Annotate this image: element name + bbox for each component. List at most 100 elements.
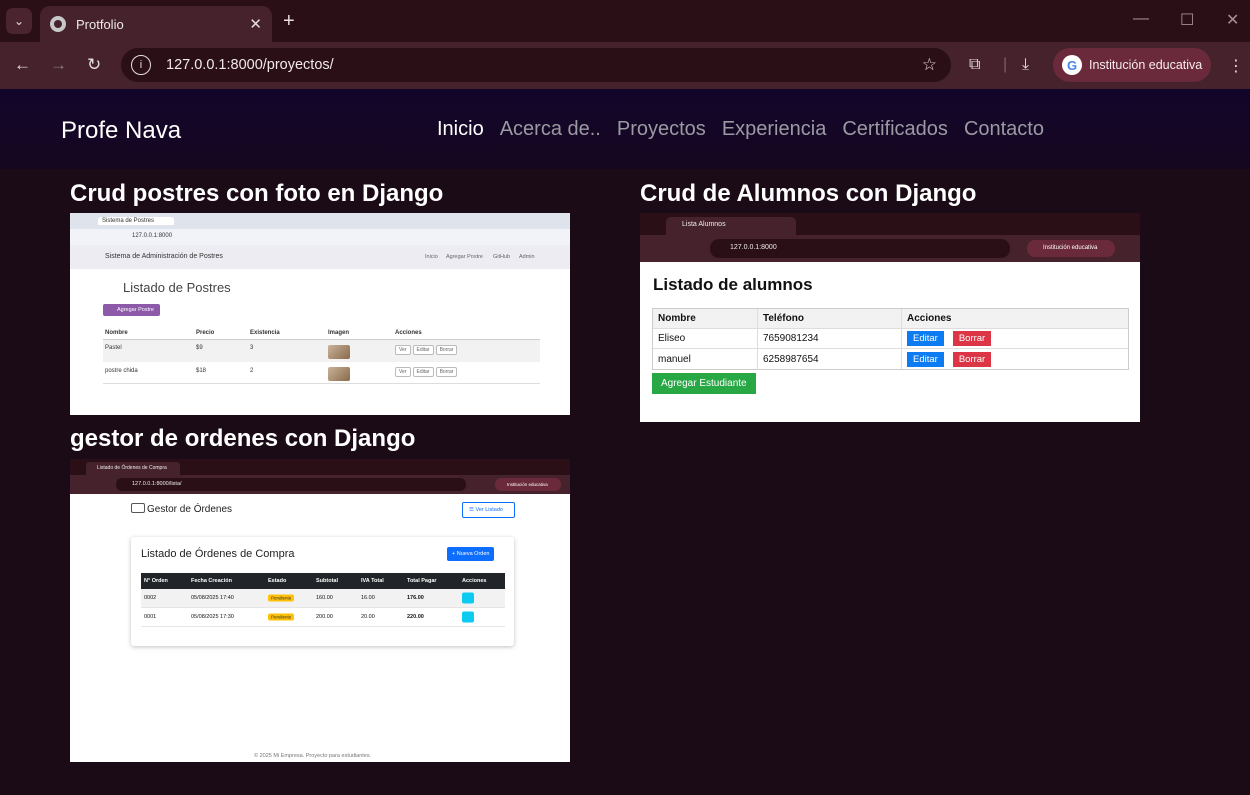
maximize-icon[interactable]: ☐ [1180,10,1194,30]
mini-app-nav: Sistema de Administración de Postres Ini… [70,245,570,269]
browser-tab[interactable]: Protfolio ✕ [40,6,272,42]
nav-inicio[interactable]: Inicio [437,118,484,141]
mini-tab-title: Lista Alumnos [666,217,796,235]
project-title: Crud postres con foto en Django [70,180,444,207]
google-icon: G [1062,55,1082,75]
borrar-button: Borrar [952,351,992,367]
tab-search-icon[interactable]: ⌄ [6,8,32,34]
row-actions: Ver Editar Borrar [395,345,459,355]
mini-url: 127.0.0.1:8000 [710,239,1010,258]
mini-url: 127.0.0.1:8000/lista/ [116,478,466,491]
site-info-icon[interactable]: i [131,55,151,75]
cell: Pastel [105,345,122,351]
mini-tabbar: Listado de Órdenes de Compra [70,459,570,475]
cell: Eliseo [653,329,758,348]
dessert-thumbnail [328,367,350,381]
orders-card: Listado de Órdenes de Compra + Nueva Ord… [131,537,514,646]
cell: 0002 [144,595,157,601]
mini-table-header: Nombre Precio Existencia Imagen Acciones [103,328,540,340]
toolbar-divider: | [1003,56,1008,73]
table-row: 0001 05/08/2025 17:30 Pendiente 200.00 2… [141,608,505,627]
borrar-button: Borrar [952,331,992,346]
ver-button: Ver [395,367,411,377]
col-header: IVA Total [361,578,384,584]
mini-table: Nombre Teléfono Acciones Eliseo 76590812… [652,308,1129,370]
nav-contacto[interactable]: Contacto [964,118,1044,141]
new-tab-button[interactable]: + [283,10,295,33]
table-row: Eliseo 7659081234 Editar Borrar [653,329,1128,349]
reload-icon[interactable]: ↻ [87,55,101,75]
cell: 20.00 [361,614,375,620]
document-icon [462,611,474,623]
mini-tab-title: Listado de Órdenes de Compra [86,462,180,475]
mini-table-header: N° Orden Fecha Creación Estado Subtotal … [141,573,505,589]
mini-list-button: ☰ Ver Listado [462,502,515,518]
table-row: 0002 05/08/2025 17:40 Pendiente 160.00 1… [141,589,505,608]
nav-proyectos[interactable]: Proyectos [617,118,706,141]
mini-nav-item: Admin [519,254,535,260]
mini-nav-item: GitHub [493,254,511,260]
col-header: N° Orden [144,578,168,584]
profile-chip[interactable]: G Institución educativa [1053,48,1211,82]
mini-add-student-button: Agregar Estudiante [652,373,756,394]
mini-nav-item: Inicio [425,254,438,260]
profile-label: Institución educativa [1089,58,1203,72]
cell: 176.00 [407,595,424,601]
site-brand[interactable]: Profe Nava [61,117,181,145]
editar-button: Editar [412,345,434,355]
status-badge: Pendiente [268,594,295,602]
project-screenshot[interactable]: Lista Alumnos 127.0.0.1:8000 Institución… [640,213,1140,422]
mini-add-button: Agregar Postre [103,304,160,316]
mini-tabbar: Sistema de Postres [70,213,570,229]
mini-new-order-button: + Nueva Orden [447,547,495,561]
col-header: Imagen [328,330,350,336]
tab-title: Protfolio [76,16,124,32]
mini-urlbar: 127.0.0.1:8000 [70,229,570,245]
nav-certificados[interactable]: Certificados [842,118,948,141]
project-screenshot[interactable]: Sistema de Postres 127.0.0.1:8000 Sistem… [70,213,570,415]
cell: 6258987654 [758,349,902,369]
col-header: Acciones [907,313,952,324]
mini-nav-item: Agregar Postre [446,254,483,260]
bookmark-star-icon[interactable]: ☆ [922,55,937,75]
browser-chrome: ⌄ Protfolio ✕ + — ☐ ✕ ← → ↻ i 127.0.0.1:… [0,0,1250,89]
project-screenshot[interactable]: Listado de Órdenes de Compra 127.0.0.1:8… [70,459,570,762]
kebab-menu-icon[interactable]: ⋮ [1228,56,1244,76]
nav-acerca[interactable]: Acerca de.. [500,118,601,141]
mini-toolbar: 127.0.0.1:8000 Institución educativa [640,235,1140,262]
close-window-icon[interactable]: ✕ [1226,10,1239,30]
page-content: Profe Nava Inicio Acerca de.. Proyectos … [0,89,1250,795]
col-header: Precio [196,330,215,336]
forward-icon[interactable]: → [50,55,67,75]
col-header: Subtotal [316,578,338,584]
close-tab-icon[interactable]: ✕ [249,15,262,33]
col-header: Acciones [462,578,487,584]
mini-app-title: Sistema de Administración de Postres [105,253,223,260]
mini-tab-title: Sistema de Postres [98,217,175,225]
back-icon[interactable]: ← [14,55,31,75]
cell: 05/08/2025 17:30 [191,614,234,620]
mini-tabbar: Lista Alumnos [640,213,1140,235]
status-badge: Pendiente [268,613,295,621]
col-header: Nombre [105,330,128,336]
download-icon[interactable]: ⤓ [1022,56,1029,74]
table-row: postre chida $18 2 Ver Editar Borrar [103,362,540,384]
extensions-icon[interactable]: ⧉ [969,56,980,74]
nav-experiencia[interactable]: Experiencia [722,118,827,141]
cell: 160.00 [316,595,333,601]
cell: 7659081234 [758,329,902,348]
mini-toolbar: 127.0.0.1:8000/lista/ Institución educat… [70,475,570,494]
col-header: Fecha Creación [191,578,232,584]
address-bar[interactable]: i 127.0.0.1:8000/proyectos/ ☆ [121,48,951,82]
cell: 3 [250,345,254,351]
editar-button: Editar [907,331,944,346]
minimize-icon[interactable]: — [1133,10,1149,28]
col-header: Teléfono [758,309,902,328]
borrar-button: Borrar [435,345,458,355]
mini-heading: Listado de alumnos [653,275,813,294]
nav-links: Inicio Acerca de.. Proyectos Experiencia… [437,118,1044,141]
row-actions: Ver Editar Borrar [395,367,459,377]
row-actions: Editar Borrar [902,329,1128,348]
cell: 0001 [144,614,157,620]
table-row: manuel 6258987654 Editar Borrar [653,349,1128,369]
